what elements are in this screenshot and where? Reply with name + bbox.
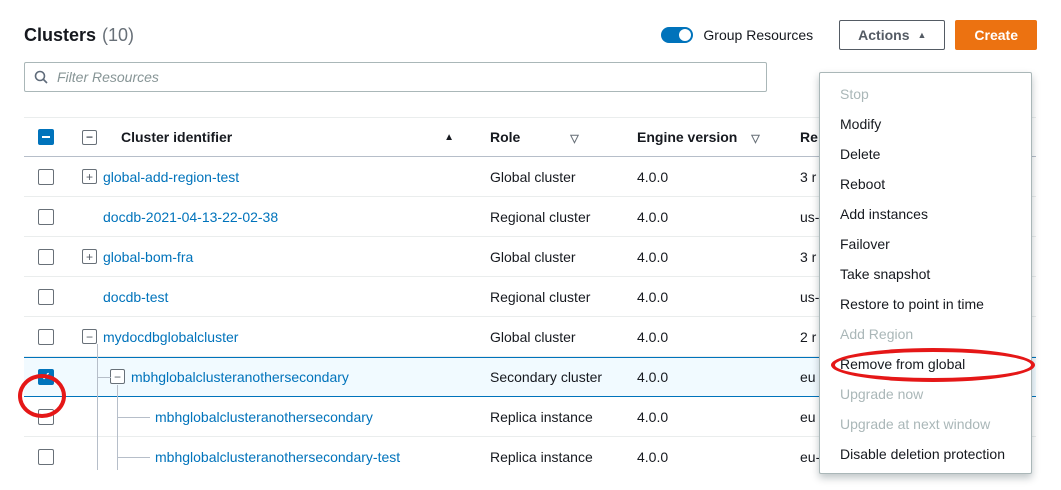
- role-cell: Replica instance: [490, 449, 637, 465]
- expand-toggle-icon[interactable]: +: [82, 169, 97, 184]
- region-text: eu: [800, 409, 816, 425]
- role-filter-icon[interactable]: ▽: [570, 133, 578, 145]
- cluster-identifier-link[interactable]: docdb-test: [103, 289, 168, 305]
- tree-line-stub-row8: [117, 457, 150, 458]
- menu-item-disable-deletion-protection[interactable]: Disable deletion protection: [820, 439, 1031, 469]
- engine-version-cell: 4.0.0: [637, 169, 784, 185]
- tree-line-vertical-1: [97, 344, 98, 470]
- actions-button[interactable]: Actions ▲: [839, 20, 945, 50]
- role-cell: Secondary cluster: [490, 369, 637, 385]
- engine-version-cell: 4.0.0: [637, 449, 784, 465]
- collapse-all-icon[interactable]: −: [82, 130, 97, 145]
- page-header: Clusters (10) Group Resources Actions ▲ …: [24, 20, 1037, 50]
- menu-item-add-region: Add Region: [820, 319, 1031, 349]
- menu-item-reboot[interactable]: Reboot: [820, 169, 1031, 199]
- menu-item-stop: Stop: [820, 79, 1031, 109]
- role-cell: Replica instance: [490, 409, 637, 425]
- cluster-identifier-link[interactable]: mbhglobalclusteranothersecondary: [131, 369, 349, 385]
- role-cell: Regional cluster: [490, 289, 637, 305]
- menu-item-delete[interactable]: Delete: [820, 139, 1031, 169]
- menu-item-upgrade-at-next-window: Upgrade at next window: [820, 409, 1031, 439]
- menu-item-failover[interactable]: Failover: [820, 229, 1031, 259]
- create-button[interactable]: Create: [955, 20, 1037, 50]
- row-checkbox[interactable]: [38, 289, 54, 305]
- menu-item-upgrade-now: Upgrade now: [820, 379, 1031, 409]
- cluster-identifier-link[interactable]: docdb-2021-04-13-22-02-38: [103, 209, 278, 225]
- group-resources-label: Group Resources: [703, 27, 813, 43]
- filter-bar: [24, 62, 767, 92]
- expand-toggle-icon[interactable]: +: [82, 249, 97, 264]
- group-resources-control: Group Resources: [661, 27, 813, 43]
- region-text: us-: [800, 209, 819, 225]
- role-cell: Regional cluster: [490, 209, 637, 225]
- menu-item-modify[interactable]: Modify: [820, 109, 1031, 139]
- row-checkbox[interactable]: [38, 169, 54, 185]
- region-text: 2 r: [800, 329, 816, 345]
- cluster-identifier-link[interactable]: global-add-region-test: [103, 169, 239, 185]
- row-checkbox[interactable]: [38, 329, 54, 345]
- engine-version-cell: 4.0.0: [637, 369, 784, 385]
- column-header-cluster-identifier[interactable]: Cluster identifier: [121, 129, 232, 145]
- filter-resources-input[interactable]: [24, 62, 767, 92]
- cluster-identifier-link[interactable]: mbhglobalclusteranothersecondary: [155, 409, 373, 425]
- cluster-identifier-link[interactable]: mydocdbglobalcluster: [103, 329, 238, 345]
- expand-toggle-icon[interactable]: −: [110, 369, 125, 384]
- engine-version-cell: 4.0.0: [637, 209, 784, 225]
- row-checkbox[interactable]: [38, 209, 54, 225]
- column-header-region[interactable]: Re: [800, 129, 818, 145]
- column-header-engine-version[interactable]: Engine version: [637, 129, 737, 145]
- row-checkbox[interactable]: [38, 409, 54, 425]
- menu-item-add-instances[interactable]: Add instances: [820, 199, 1031, 229]
- cluster-identifier-link[interactable]: mbhglobalclusteranothersecondary-test: [155, 449, 400, 465]
- cluster-identifier-link[interactable]: global-bom-fra: [103, 249, 193, 265]
- toggle-knob-icon: [679, 29, 691, 41]
- role-cell: Global cluster: [490, 169, 637, 185]
- select-all-checkbox[interactable]: [38, 129, 54, 145]
- role-cell: Global cluster: [490, 249, 637, 265]
- column-header-role[interactable]: Role: [490, 129, 520, 145]
- menu-item-remove-from-global[interactable]: Remove from global: [820, 349, 1031, 379]
- row-checkbox[interactable]: [38, 249, 54, 265]
- cluster-count: (10): [102, 25, 134, 46]
- menu-item-take-snapshot[interactable]: Take snapshot: [820, 259, 1031, 289]
- engine-version-cell: 4.0.0: [637, 329, 784, 345]
- engine-version-cell: 4.0.0: [637, 409, 784, 425]
- engine-filter-icon[interactable]: ▽: [751, 133, 759, 145]
- create-button-label: Create: [974, 27, 1018, 43]
- engine-version-cell: 4.0.0: [637, 249, 784, 265]
- region-text: 3 r: [800, 249, 816, 265]
- region-text: us-: [800, 289, 819, 305]
- region-text: 3 r: [800, 169, 816, 185]
- actions-button-label: Actions: [858, 27, 909, 43]
- menu-item-restore-to-point-in-time[interactable]: Restore to point in time: [820, 289, 1031, 319]
- group-resources-toggle[interactable]: [661, 27, 693, 43]
- role-cell: Global cluster: [490, 329, 637, 345]
- sort-ascending-icon[interactable]: ▲: [444, 132, 454, 143]
- row-checkbox[interactable]: [38, 449, 54, 465]
- tree-line-stub-row6: [97, 377, 111, 378]
- region-text: eu: [800, 369, 816, 385]
- engine-version-cell: 4.0.0: [637, 289, 784, 305]
- row-checkbox[interactable]: ✓: [38, 369, 54, 385]
- caret-up-icon: ▲: [917, 30, 926, 40]
- page-title: Clusters: [24, 25, 96, 46]
- expand-toggle-icon[interactable]: −: [82, 329, 97, 344]
- tree-line-stub-row7: [117, 417, 150, 418]
- actions-dropdown-menu: StopModifyDeleteRebootAdd instancesFailo…: [819, 72, 1032, 474]
